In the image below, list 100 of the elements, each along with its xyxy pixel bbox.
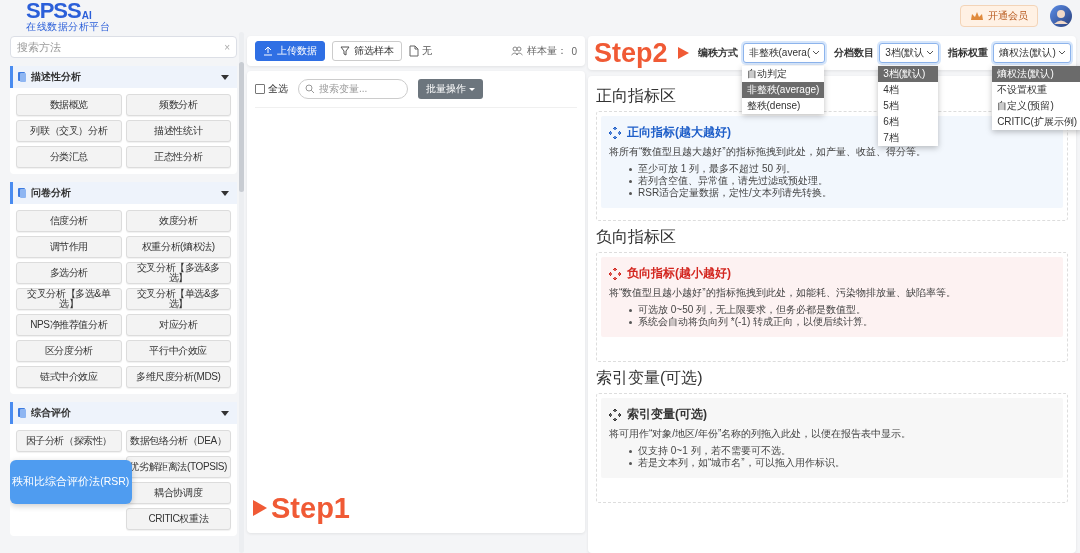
note-item: 仅支持 0~1 列，若不需要可不选。 <box>638 445 791 457</box>
caret-icon <box>469 87 475 91</box>
note-item: RSR适合定量数据，定性/文本列请先转换。 <box>638 187 832 199</box>
vip-button[interactable]: 开通会员 <box>960 5 1038 27</box>
method-button[interactable]: 对应分析 <box>125 314 231 336</box>
note-item: 可选放 0~50 列，无上限要求，但务必都是数值型。 <box>638 304 867 316</box>
filter-icon <box>340 46 350 56</box>
dropdown-option[interactable]: 3档(默认) <box>878 66 939 82</box>
bullet-icon <box>629 461 632 465</box>
move-icon <box>609 126 621 139</box>
note-item: 至少可放 1 列，最多不超过 50 列。 <box>638 163 796 175</box>
dropdown-option[interactable]: 不设置权重 <box>992 82 1080 98</box>
method-button[interactable]: 多维尺度分析(MDS) <box>125 366 231 388</box>
dropdown-option[interactable]: 非整秩(average) <box>741 82 825 98</box>
drop-zone[interactable]: 负向指标(越小越好) 将“数值型且越小越好”的指标拖拽到此处，如能耗、污染物排放量、缺陷率等。 可选放 0~50 列，无上限要求，但务必都是数值型。 系统会自动将负向列 *(-1) 转成正向，以便后续计算。 <box>596 252 1068 362</box>
category-header[interactable]: 描述性分析 <box>10 66 237 88</box>
select-field[interactable]: 熵权法(默认) <box>993 43 1071 63</box>
book-icon <box>18 72 26 82</box>
avatar-icon <box>1050 5 1072 27</box>
book-icon <box>18 188 26 198</box>
method-button[interactable]: 信度分析 <box>16 210 122 232</box>
bullet-icon <box>629 167 632 171</box>
dropdown-option[interactable]: 6档 <box>878 114 939 130</box>
setting-label: 指标权重 <box>948 46 989 60</box>
dropdown-option[interactable]: 4档 <box>878 82 939 98</box>
zone-description: 将可用作“对象/地区/年份”名称的列拖入此处，以便在报告表中显示。 <box>609 427 913 441</box>
section-heading: 索引变量(可选) <box>596 368 703 388</box>
select-field[interactable]: 非整秩(avera( <box>742 43 826 63</box>
step-annotation: Step2 <box>594 38 668 68</box>
category-header[interactable]: 问卷分析 <box>10 182 237 204</box>
filter-button[interactable]: 筛选样本 <box>332 41 402 61</box>
select-field[interactable]: 3档(默认 <box>879 43 940 63</box>
zone-title: 索引变量(可选) <box>627 406 707 423</box>
tooltip: 秩和比综合评价法(RSR) <box>10 460 132 504</box>
chevron-icon <box>1058 51 1065 55</box>
dropdown-option[interactable]: 熵权法(默认) <box>992 66 1080 82</box>
bullet-icon <box>629 308 632 312</box>
logo-subtitle: 在线数据分析平台 <box>26 20 110 32</box>
method-button[interactable]: 分类汇总 <box>16 146 122 168</box>
note-item: 若列含空值、异常值，请先过滤或预处理。 <box>638 175 828 187</box>
bullet-icon <box>629 179 632 183</box>
move-icon <box>609 408 621 421</box>
move-icon <box>609 267 621 280</box>
method-button[interactable]: 权重分析(熵权法) <box>125 236 231 258</box>
note-item: 系统会自动将负向列 *(-1) 转成正向，以便后续计算。 <box>638 316 873 328</box>
note-item: 若是文本列，如“城市名”，可以拖入用作标识。 <box>638 457 845 469</box>
method-button[interactable]: 效度分析 <box>125 210 231 232</box>
method-button[interactable]: 正态性分析 <box>125 146 231 168</box>
zone-title: 正向指标(越大越好) <box>627 124 731 141</box>
section-heading: 负向指标区 <box>596 227 676 247</box>
chevron-icon <box>813 51 820 55</box>
method-button[interactable]: 数据包络分析（DEA） <box>125 430 231 452</box>
dropdown-option[interactable]: 7档 <box>878 130 939 146</box>
method-button[interactable]: 区分度分析 <box>16 340 122 362</box>
arrow-icon <box>677 47 689 59</box>
dropdown-option[interactable]: 自动判定 <box>741 66 825 82</box>
zone-title: 负向指标(越小越好) <box>627 265 731 282</box>
search-icon <box>305 84 315 94</box>
file-icon <box>409 45 419 57</box>
setting-label: 编秩方式 <box>697 46 738 60</box>
crown-icon <box>970 11 984 21</box>
method-button[interactable]: 交叉分析【多选&单选】 <box>16 288 122 310</box>
logo-text: SPSS <box>26 0 81 21</box>
chevron-icon <box>927 51 934 55</box>
setting-label: 分档数目 <box>834 46 875 60</box>
dropdown-option[interactable]: 整秩(dense) <box>741 98 825 114</box>
step-annotation: Step1 <box>271 493 350 523</box>
method-button[interactable]: 频数分析 <box>125 94 231 116</box>
category-header[interactable]: 综合评价 <box>10 402 237 424</box>
bullet-icon <box>629 449 632 453</box>
method-button[interactable]: 因子分析（探索性） <box>16 430 122 452</box>
method-button[interactable]: CRITIC权重法 <box>125 508 231 530</box>
sample-size-value: 0 <box>571 45 577 57</box>
method-button[interactable]: 交叉分析【单选&多选】 <box>125 288 231 310</box>
bullet-icon <box>629 320 632 324</box>
method-button[interactable]: NPS净推荐值分析 <box>16 314 122 336</box>
select-all-checkbox[interactable]: 全选 <box>255 82 288 96</box>
method-button[interactable]: 列联（交叉）分析 <box>16 120 122 142</box>
method-button[interactable]: 多选分析 <box>16 262 122 284</box>
section-heading: 正向指标区 <box>596 86 676 106</box>
scrollbar-thumb[interactable] <box>239 62 244 192</box>
upload-button[interactable]: 上传数据 <box>255 41 325 61</box>
dropdown-option[interactable]: 自定义(预留) <box>992 98 1080 114</box>
upload-icon <box>263 46 273 56</box>
method-button[interactable]: 调节作用 <box>16 236 122 258</box>
batch-dropdown-button[interactable]: 批量操作 <box>418 79 483 99</box>
method-button[interactable]: 链式中介效应 <box>16 366 122 388</box>
book-icon <box>18 408 26 418</box>
file-name: 无 <box>422 44 432 58</box>
zone-description: 将“数值型且越小越好”的指标拖拽到此处，如能耗、污染物排放量、缺陷率等。 <box>609 286 957 300</box>
method-button[interactable]: 交叉分析【多选&多选】 <box>125 262 231 284</box>
method-button[interactable]: 数据概览 <box>16 94 122 116</box>
drop-zone[interactable]: 索引变量(可选) 将可用作“对象/地区/年份”名称的列拖入此处，以便在报告表中显示。 仅支持 0~1 列，若不需要可不选。 若是文本列，如“城市名”，可以拖入用作标识。 <box>596 393 1068 503</box>
dropdown-option[interactable]: 5档 <box>878 98 939 114</box>
method-button[interactable]: 平行中介效应 <box>125 340 231 362</box>
sample-size-label: 样本量： <box>527 44 568 58</box>
users-icon <box>511 46 524 56</box>
method-button[interactable]: 描述性统计 <box>125 120 231 142</box>
bullet-icon <box>629 191 632 195</box>
arrow-icon <box>253 500 267 516</box>
